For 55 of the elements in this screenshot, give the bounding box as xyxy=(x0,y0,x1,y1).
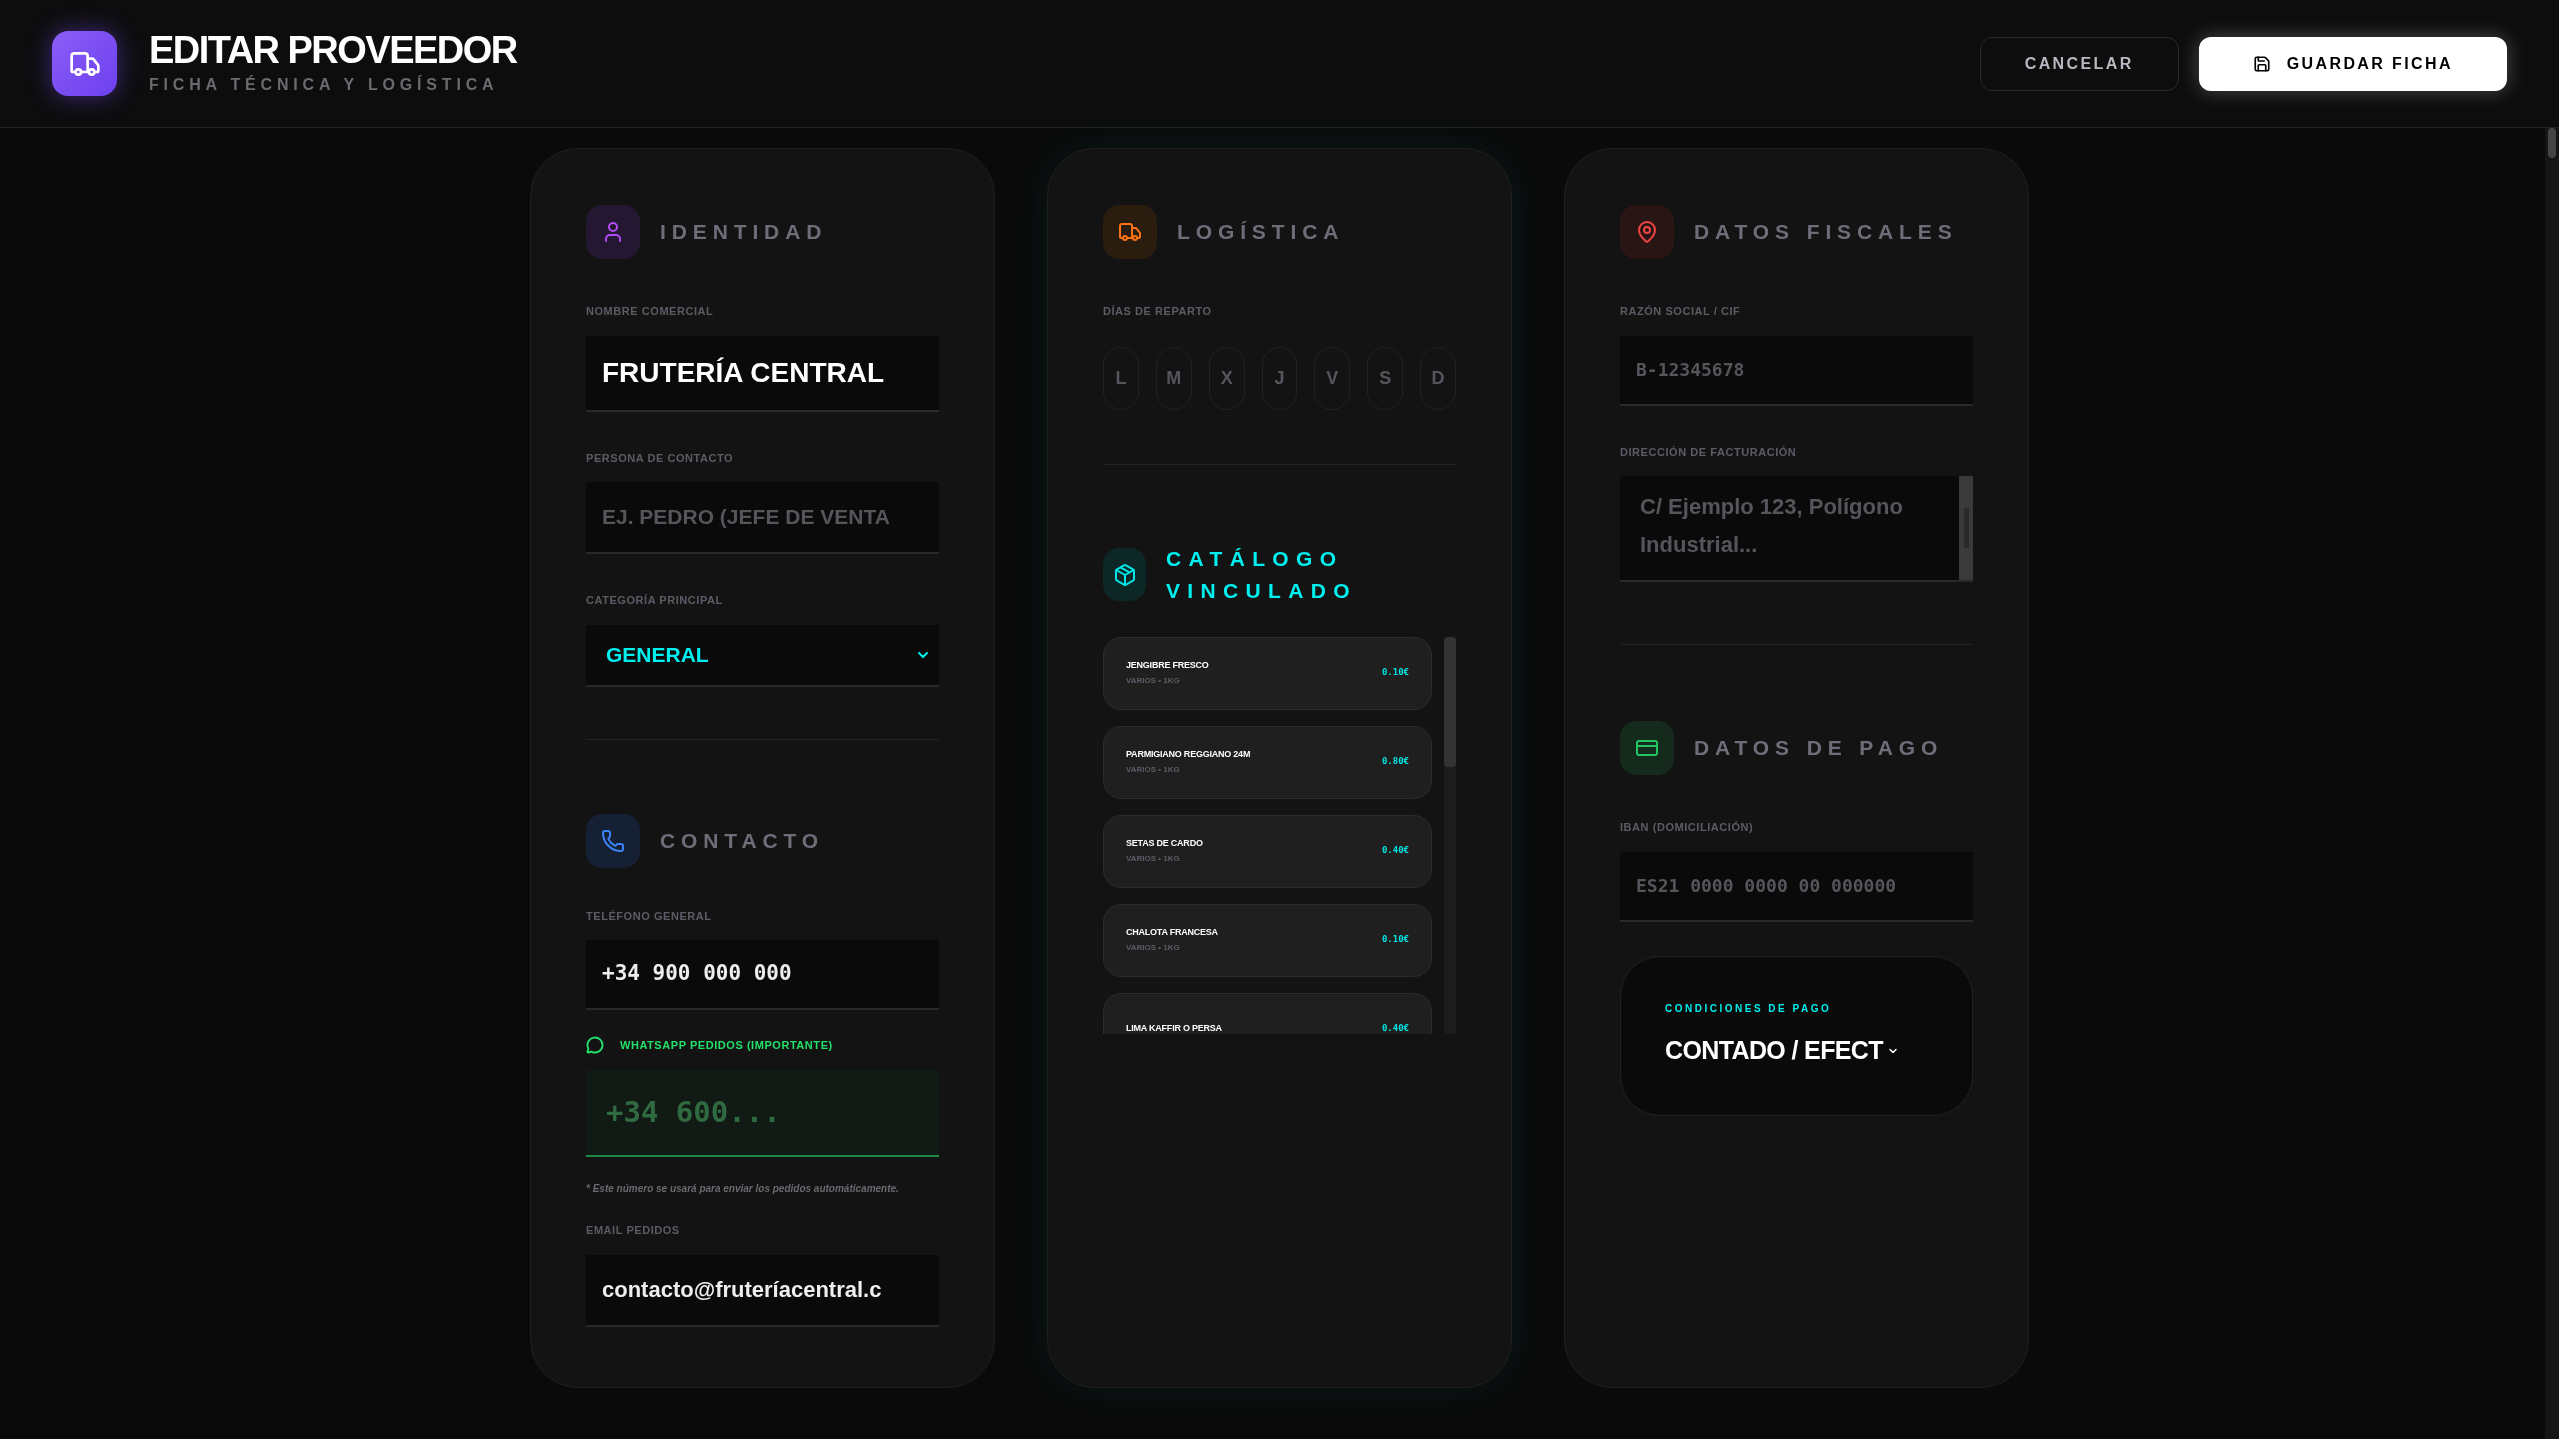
product-name: PARMIGIANO REGGIANO 24M xyxy=(1126,748,1251,762)
field-label: IBAN (DOMICILIACIÓN) xyxy=(1620,820,1755,835)
input-field[interactable]: contacto@fruteríacentral.c xyxy=(586,1254,939,1327)
section-title: DATOS FISCALES xyxy=(1694,219,1958,246)
field-label: NOMBRE COMERCIAL xyxy=(586,304,715,319)
page-scrollbar[interactable] xyxy=(2545,128,2559,1439)
product-detail: VARIOS • 1KG xyxy=(1126,763,1181,776)
product-price: 0.40€ xyxy=(1381,1022,1409,1034)
field-label: CATEGORÍA PRINCIPAL xyxy=(586,593,724,608)
product-name: SETAS DE CARDO xyxy=(1126,837,1203,851)
page-subtitle: FICHA TÉCNICA Y LOGÍSTICA xyxy=(149,74,500,95)
field-label: TELÉFONO GENERAL xyxy=(586,908,713,924)
section-title: IDENTIDAD xyxy=(660,219,828,246)
box-icon xyxy=(1112,562,1137,587)
scrollbar[interactable] xyxy=(1444,636,1456,1034)
product-detail: VARIOS • 1KG xyxy=(1126,852,1181,865)
chat-bubble-icon xyxy=(586,1036,604,1054)
section-title: LOGÍSTICA xyxy=(1177,219,1345,246)
section-title: DATOS DE PAGO xyxy=(1694,735,1944,762)
input-field[interactable]: +34 900 000 000 xyxy=(586,940,939,1010)
helper-note: * Este número se usará para enviar los pedidos automáticamente. xyxy=(586,1182,900,1196)
cancel-button[interactable]: CANCELAR xyxy=(1979,36,2179,91)
save-button[interactable]: GUARDAR FICHA xyxy=(2198,36,2507,91)
section-title: CATÁLOGO VINCULADO xyxy=(1166,545,1358,604)
product-price: 0.40€ xyxy=(1381,844,1409,858)
product-price: 0.10€ xyxy=(1381,933,1409,947)
field-label: PERSONA DE CONTACTO xyxy=(586,450,735,466)
product-name: LIMA KAFFIR O PERSA xyxy=(1126,1022,1222,1034)
section-title: CONTACTO xyxy=(660,827,825,854)
input-field[interactable]: FRUTERÍA CENTRAL xyxy=(586,335,939,412)
product-price: 0.10€ xyxy=(1381,666,1409,680)
catalog-item[interactable]: SETAS DE CARDO VARIOS • 1KG 0.40€ xyxy=(1103,814,1432,888)
product-name: JENGIBRE FRESCO xyxy=(1126,659,1209,673)
product-name: CHALOTA FRANCESA xyxy=(1126,926,1218,940)
field-label: DIRECCIÓN DE FACTURACIÓN xyxy=(1620,444,1798,460)
catalog-item[interactable]: CHALOTA FRANCESA VARIOS • 1KG 0.10€ xyxy=(1103,903,1432,977)
select-dropdown[interactable]: GENERAL xyxy=(586,624,939,687)
field-label: EMAIL PEDIDOS xyxy=(586,1223,681,1238)
truck-icon xyxy=(1118,220,1142,244)
page-title: EDITAR PROVEEDOR xyxy=(149,30,517,69)
catalog-item[interactable]: LIMA KAFFIR O PERSA 0.40€ xyxy=(1103,992,1432,1034)
product-detail: VARIOS • 1KG xyxy=(1126,941,1181,954)
field-label: WHATSAPP PEDIDOS (IMPORTANTE) xyxy=(620,1037,833,1053)
catalog-item[interactable]: PARMIGIANO REGGIANO 24M VARIOS • 1KG 0.80€ xyxy=(1103,725,1432,799)
scrollbar[interactable] xyxy=(1959,476,1973,580)
payment-terms-select[interactable]: CONDICIONES DE PAGO CONTADO / EFECT xyxy=(1620,955,1973,1116)
field-label: CONDICIONES DE PAGO xyxy=(1665,1002,1833,1017)
phone-icon xyxy=(601,828,625,853)
product-detail: VARIOS • 1KG xyxy=(1126,674,1181,687)
field-label: RAZÓN SOCIAL / CIF xyxy=(1620,304,1742,319)
map-pin-icon xyxy=(1635,220,1659,244)
product-price: 0.80€ xyxy=(1381,755,1409,769)
field-label: DÍAS DE REPARTO xyxy=(1103,304,1213,319)
select-value: CONTADO / EFECT xyxy=(1665,1035,1883,1067)
catalog-item[interactable]: JENGIBRE FRESCO VARIOS • 1KG 0.10€ xyxy=(1103,636,1432,710)
